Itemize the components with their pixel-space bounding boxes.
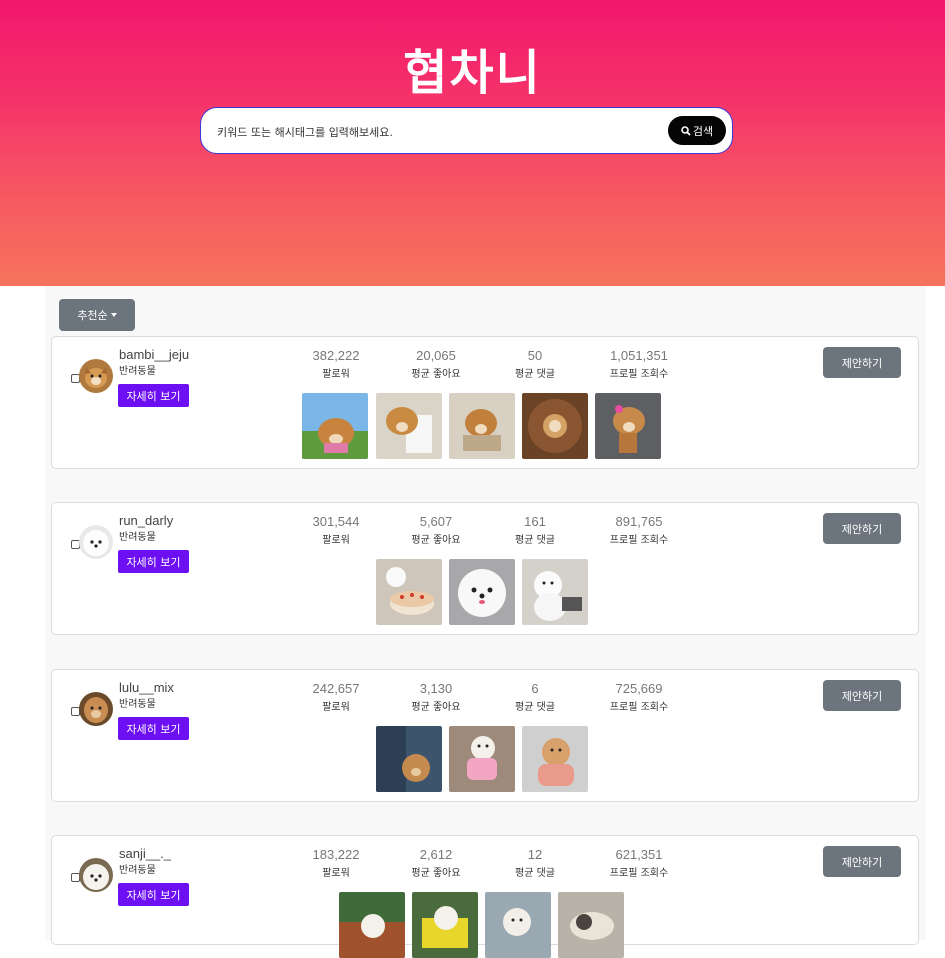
search-bar: 검색 xyxy=(200,107,733,154)
profile-views-value: 621,351 xyxy=(615,847,663,862)
category: 반려동물 xyxy=(119,865,156,876)
sort-dropdown[interactable]: 추천순 xyxy=(59,299,135,331)
post-thumbnail[interactable] xyxy=(522,393,588,459)
category: 반려동물 xyxy=(119,532,156,543)
stat-followers: 183,222 팔로워 xyxy=(281,847,391,879)
profile-views-value: 891,765 xyxy=(615,514,663,529)
followers-value: 301,544 xyxy=(312,514,360,529)
avatar[interactable] xyxy=(79,525,113,559)
avg-likes-value: 5,607 xyxy=(419,514,453,529)
post-thumbnail[interactable] xyxy=(376,559,442,625)
followers-label: 팔로워 xyxy=(322,702,350,713)
stat-avg-comments: 12 평균 댓글 xyxy=(480,847,590,879)
followers-label: 팔로워 xyxy=(322,868,350,879)
profile-views-label: 프로필 조회수 xyxy=(609,702,669,713)
avg-comments-label: 평균 댓글 xyxy=(515,369,555,380)
avg-comments-label: 평균 댓글 xyxy=(515,702,555,713)
search-icon xyxy=(681,125,691,136)
post-thumbnail[interactable] xyxy=(522,726,588,792)
profile-views-label: 프로필 조회수 xyxy=(609,535,669,546)
avatar[interactable] xyxy=(79,692,113,726)
detail-button[interactable]: 자세히 보기 xyxy=(118,384,189,407)
post-thumbnail[interactable] xyxy=(595,393,661,459)
username: bambi__jeju xyxy=(119,347,190,362)
post-thumbnail[interactable] xyxy=(522,559,588,625)
detail-button[interactable]: 자세히 보기 xyxy=(118,717,189,740)
followers-label: 팔로워 xyxy=(322,535,350,546)
influencer-card: sanji__._ 반려동물 자세히 보기 183,222 팔로워 2,612 평균… xyxy=(51,835,919,958)
stat-profile-views: 891,765 프로필 조회수 xyxy=(584,514,694,546)
avg-likes-value: 20,065 xyxy=(416,348,456,363)
search-button[interactable]: 검색 xyxy=(668,116,726,145)
stat-followers: 301,544 팔로워 xyxy=(281,514,391,546)
site-title: 협차니 xyxy=(403,45,542,101)
propose-button[interactable]: 제안하기 xyxy=(823,513,901,544)
post-thumbnail[interactable] xyxy=(302,393,368,459)
stat-profile-views: 725,669 프로필 조회수 xyxy=(584,681,694,713)
hero-banner: 협차니 검색 xyxy=(0,0,945,286)
post-thumbnail[interactable] xyxy=(449,393,515,459)
stat-profile-views: 1,051,351 프로필 조회수 xyxy=(584,348,694,380)
followers-label: 팔로워 xyxy=(322,369,350,380)
stat-avg-comments: 50 평균 댓글 xyxy=(480,348,590,380)
influencer-card: lulu__mix 반려동물 자세히 보기 242,657 팔로워 3,130 평균… xyxy=(51,669,919,802)
followers-value: 242,657 xyxy=(312,681,360,696)
avg-likes-label: 평균 좋아요 xyxy=(411,702,461,713)
post-thumbnail[interactable] xyxy=(485,892,551,958)
stat-avg-likes: 3,130 평균 좋아요 xyxy=(381,681,491,713)
propose-button[interactable]: 제안하기 xyxy=(823,680,901,711)
avg-comments-value: 6 xyxy=(531,681,539,696)
followers-value: 183,222 xyxy=(312,847,360,862)
avg-comments-label: 평균 댓글 xyxy=(515,868,555,879)
category: 반려동물 xyxy=(119,366,156,377)
avg-comments-value: 161 xyxy=(524,514,546,529)
avg-comments-value: 12 xyxy=(527,847,543,862)
stat-avg-comments: 161 평균 댓글 xyxy=(480,514,590,546)
post-thumbnail[interactable] xyxy=(376,726,442,792)
search-input[interactable] xyxy=(215,120,649,144)
profile-views-value: 1,051,351 xyxy=(610,348,668,363)
avg-likes-value: 2,612 xyxy=(419,847,453,862)
profile-views-label: 프로필 조회수 xyxy=(609,868,669,879)
avg-likes-value: 3,130 xyxy=(419,681,453,696)
detail-button[interactable]: 자세히 보기 xyxy=(118,883,189,906)
username: sanji__._ xyxy=(119,846,172,861)
caret-down-icon xyxy=(110,313,117,317)
post-thumbnail[interactable] xyxy=(449,726,515,792)
avatar[interactable] xyxy=(79,858,113,892)
post-thumbnail[interactable] xyxy=(558,892,624,958)
post-thumbnail[interactable] xyxy=(339,892,405,958)
stat-avg-likes: 5,607 평균 좋아요 xyxy=(381,514,491,546)
propose-button[interactable]: 제안하기 xyxy=(823,846,901,877)
avg-comments-label: 평균 댓글 xyxy=(515,535,555,546)
profile-views-value: 725,669 xyxy=(615,681,663,696)
avg-likes-label: 평균 좋아요 xyxy=(411,868,461,879)
stat-avg-likes: 2,612 평균 좋아요 xyxy=(381,847,491,879)
propose-button[interactable]: 제안하기 xyxy=(823,347,901,378)
username: run_darly xyxy=(119,513,174,528)
post-thumbnail[interactable] xyxy=(412,892,478,958)
post-thumbnail[interactable] xyxy=(449,559,515,625)
category: 반려동물 xyxy=(119,699,156,710)
avatar[interactable] xyxy=(79,359,113,393)
stat-profile-views: 621,351 프로필 조회수 xyxy=(584,847,694,879)
avg-likes-label: 평균 좋아요 xyxy=(411,369,461,380)
profile-views-label: 프로필 조회수 xyxy=(609,369,669,380)
influencer-card: bambi__jeju 반려동물 자세히 보기 382,222 팔로워 20,06… xyxy=(51,336,919,469)
stat-avg-comments: 6 평균 댓글 xyxy=(480,681,590,713)
influencer-card: run_darly 반려동물 자세히 보기 301,544 팔로워 5,607 평균… xyxy=(51,502,919,635)
avg-comments-value: 50 xyxy=(527,348,543,363)
stat-avg-likes: 20,065 평균 좋아요 xyxy=(381,348,491,380)
avg-likes-label: 평균 좋아요 xyxy=(411,535,461,546)
detail-button[interactable]: 자세히 보기 xyxy=(118,550,189,573)
stat-followers: 242,657 팔로워 xyxy=(281,681,391,713)
followers-value: 382,222 xyxy=(312,348,360,363)
post-thumbnail[interactable] xyxy=(376,393,442,459)
stat-followers: 382,222 팔로워 xyxy=(281,348,391,380)
sort-label: 추천순 xyxy=(77,309,108,322)
search-button-label: 검색 xyxy=(692,124,714,138)
username: lulu__mix xyxy=(119,680,174,695)
